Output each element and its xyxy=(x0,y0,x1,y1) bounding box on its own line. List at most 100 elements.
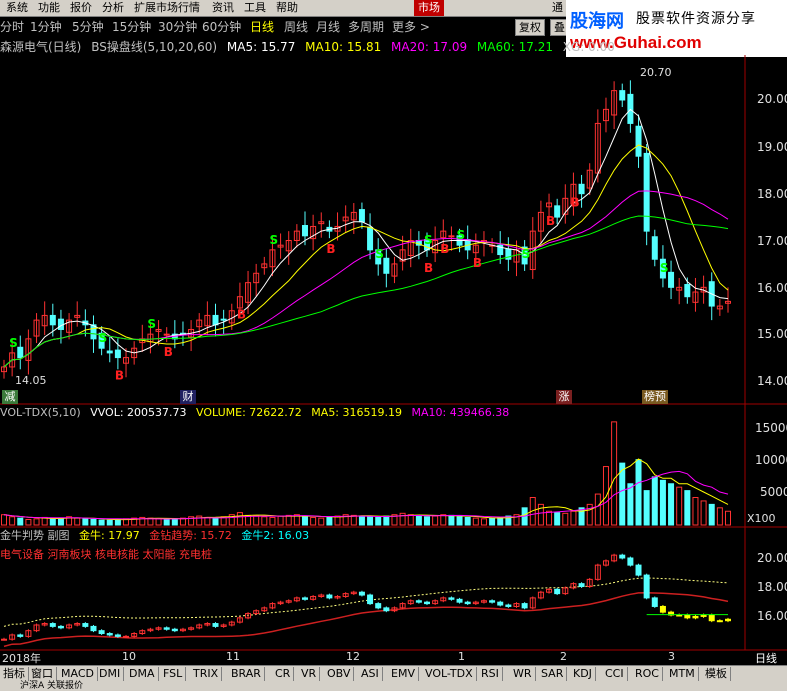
period-multi[interactable]: 多周期 xyxy=(348,19,384,35)
period-30min[interactable]: 30分钟 xyxy=(158,19,197,35)
tab-wr[interactable]: WR xyxy=(510,667,536,681)
menu-item-quote[interactable]: 报价 xyxy=(66,0,96,16)
volume-bar xyxy=(700,500,707,526)
stock-name[interactable]: 森源电气(日线) xyxy=(0,40,81,54)
time-label-4: 1 xyxy=(458,650,465,663)
tab-rsi[interactable]: RSI xyxy=(478,667,503,681)
fuquan-button[interactable]: 复权 xyxy=(515,19,545,36)
buy-signal-b: B xyxy=(115,369,124,383)
tab-窗口[interactable]: 窗口 xyxy=(28,667,57,681)
sub-candle-body xyxy=(700,614,707,617)
tab-sar[interactable]: SAR xyxy=(538,667,568,681)
volume-bar xyxy=(407,514,414,526)
sub-candle-body xyxy=(619,554,626,559)
tab-emv[interactable]: EMV xyxy=(388,667,419,681)
period-5min[interactable]: 5分钟 xyxy=(72,19,104,35)
volume-bar xyxy=(17,517,24,526)
tab-指标[interactable]: 指标 xyxy=(0,667,29,681)
volume-bar xyxy=(440,514,447,526)
candle-body xyxy=(220,318,227,321)
sub-indicator-name[interactable]: 金牛判势 副图 xyxy=(0,529,70,542)
menu-item-tools[interactable]: 工具 xyxy=(240,0,270,16)
sub-candle-body xyxy=(106,633,113,636)
tab-mtm[interactable]: MTM xyxy=(666,667,699,681)
tab-obv[interactable]: OBV xyxy=(324,667,355,681)
period-1min[interactable]: 1分钟 xyxy=(30,19,62,35)
volume-bar xyxy=(480,518,487,526)
event-marker-bangyu[interactable]: 榜预 xyxy=(642,390,668,404)
period-weekly[interactable]: 周线 xyxy=(284,19,308,35)
menu-item-market[interactable]: 市场 xyxy=(414,0,444,16)
period-60min[interactable]: 60分钟 xyxy=(202,19,241,35)
status-text: 沪深A 关联报价 xyxy=(20,681,84,691)
volume-bar xyxy=(684,490,691,526)
buy-signal-b: B xyxy=(424,261,433,275)
low-price-label: 14.05 xyxy=(15,374,47,387)
sub-candle-body xyxy=(708,614,715,622)
menu-item-help[interactable]: 帮助 xyxy=(272,0,302,16)
volume-bar xyxy=(9,516,16,526)
volume-bar xyxy=(171,518,178,526)
time-label-1: 10 xyxy=(122,650,136,663)
tab-fsl[interactable]: FSL xyxy=(160,667,187,681)
sector-tags[interactable]: 电气设备 河南板块 核电核能 太阳能 充电桩 xyxy=(0,546,212,562)
sub-candle-body xyxy=(578,583,585,588)
vol-ytick-1: 10000 xyxy=(755,453,787,467)
tab-kdj[interactable]: KDJ xyxy=(570,667,596,681)
candle-body xyxy=(367,226,374,251)
tab-asi[interactable]: ASI xyxy=(358,667,383,681)
tab-vol-tdx[interactable]: VOL-TDX xyxy=(422,667,477,681)
event-marker-jian[interactable]: 减 xyxy=(2,390,18,404)
menu-item-system[interactable]: 系统 xyxy=(2,0,32,16)
jinzuan-value: 金钻趋势: 15.72 xyxy=(149,529,232,542)
event-marker-cai[interactable]: 财 xyxy=(180,390,196,404)
volume-bar xyxy=(456,516,463,526)
volume-bar xyxy=(49,518,56,526)
sell-signal-s: S xyxy=(375,247,384,261)
sub-candle-body xyxy=(171,628,178,632)
period-more[interactable]: 更多 > xyxy=(392,19,430,35)
tab-vr[interactable]: VR xyxy=(298,667,321,681)
tab-dmi[interactable]: DMI xyxy=(96,667,125,681)
menu-item-analysis[interactable]: 分析 xyxy=(98,0,128,16)
volume-bar xyxy=(472,517,479,526)
menu-item-news[interactable]: 资讯 xyxy=(208,0,238,16)
volume-bar xyxy=(546,510,553,526)
time-label-3: 12 xyxy=(346,650,360,663)
tab-brar[interactable]: BRAR xyxy=(228,667,265,681)
sub-candle-body xyxy=(90,625,97,632)
menu-item-ext-market[interactable]: 扩展市场行情 xyxy=(130,0,204,16)
sub-candle-body xyxy=(375,603,382,609)
tab-trix[interactable]: TRIX xyxy=(190,667,223,681)
tab-cr[interactable]: CR xyxy=(272,667,295,681)
menu-item-function[interactable]: 功能 xyxy=(34,0,64,16)
period-monthly[interactable]: 月线 xyxy=(316,19,340,35)
period-fenshi[interactable]: 分时 xyxy=(0,19,24,35)
sub-candle-body xyxy=(49,623,56,627)
buy-signal-b: B xyxy=(326,242,335,256)
ma20-value: MA20: 17.09 xyxy=(391,40,468,54)
tab-macd[interactable]: MACD xyxy=(58,667,98,681)
menu-item-more[interactable]: 通 xyxy=(548,0,567,16)
main-ytick-3: 17.00 xyxy=(757,234,787,248)
buy-signal-b: B xyxy=(473,256,482,270)
tab-dma[interactable]: DMA xyxy=(126,667,159,681)
event-marker-zhang[interactable]: 涨 xyxy=(556,390,572,404)
sub-candle-body xyxy=(448,597,455,600)
period-15min[interactable]: 15分钟 xyxy=(112,19,151,35)
volume-bar xyxy=(708,503,715,526)
tab-cci[interactable]: CCI xyxy=(602,667,628,681)
sell-signal-s: S xyxy=(99,331,108,345)
sub-ytick-0: 20.00 xyxy=(757,551,787,565)
sub-candle-body xyxy=(489,600,496,603)
tab-模板[interactable]: 模板 xyxy=(702,667,731,681)
main-ytick-2: 18.00 xyxy=(757,187,787,201)
tab-roc[interactable]: ROC xyxy=(632,667,663,681)
vol-indicator-name[interactable]: VOL-TDX(5,10) xyxy=(0,406,81,419)
period-daily[interactable]: 日线 xyxy=(250,19,274,35)
volume-bar xyxy=(253,515,260,526)
main-indicator-name[interactable]: BS操盘线(5,10,20,60) xyxy=(91,40,217,54)
kline-chart[interactable]: S SSSSS SSSBBBBBBBBB xyxy=(0,55,787,665)
time-label-2: 11 xyxy=(226,650,240,663)
volume-value: VOLUME: 72622.72 xyxy=(196,406,302,419)
